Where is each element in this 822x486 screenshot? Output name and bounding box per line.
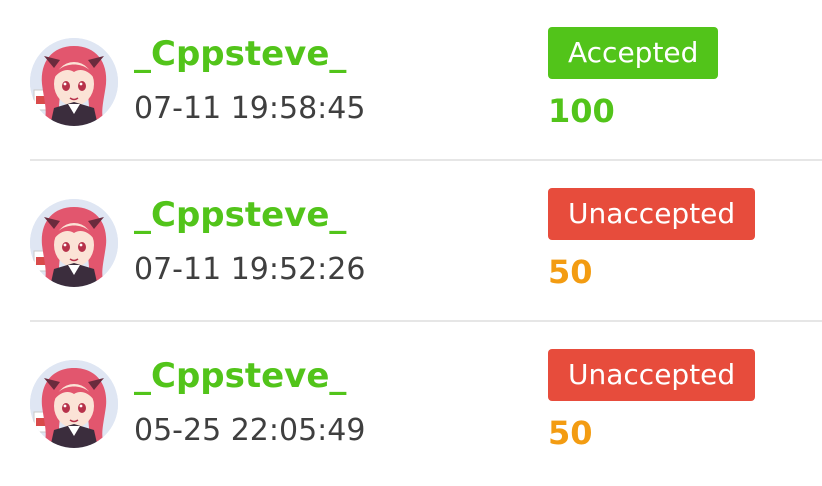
submission-time: 05-25 22:05:49 — [134, 413, 366, 448]
anime-girl-avatar-icon — [30, 360, 118, 448]
row-divider — [30, 159, 822, 161]
anime-girl-avatar-icon — [30, 38, 118, 126]
submission-time: 07-11 19:58:45 — [134, 91, 366, 126]
submission-row: _Cppsteve_ 07-11 19:52:26 Unaccepted 50 — [30, 161, 822, 321]
username[interactable]: _Cppsteve_ — [134, 30, 346, 78]
score: 50 — [548, 414, 593, 452]
avatar[interactable] — [30, 38, 118, 126]
submission-time: 07-11 19:52:26 — [134, 252, 366, 287]
avatar[interactable] — [30, 199, 118, 287]
submission-row: _Cppsteve_ 05-25 22:05:49 Unaccepted 50 — [30, 322, 822, 482]
status-badge[interactable]: Unaccepted — [548, 349, 756, 401]
status-badge[interactable]: Unaccepted — [548, 188, 756, 240]
submission-row: _Cppsteve_ 07-11 19:58:45 Accepted 100 — [30, 0, 822, 160]
row-divider — [30, 320, 822, 322]
score: 50 — [548, 253, 593, 291]
username[interactable]: _Cppsteve_ — [134, 352, 346, 400]
username[interactable]: _Cppsteve_ — [134, 191, 346, 239]
avatar[interactable] — [30, 360, 118, 448]
anime-girl-avatar-icon — [30, 199, 118, 287]
score: 100 — [548, 92, 615, 130]
status-badge[interactable]: Accepted — [548, 27, 719, 79]
submission-list: _Cppsteve_ 07-11 19:58:45 Accepted 100 _… — [0, 0, 822, 486]
